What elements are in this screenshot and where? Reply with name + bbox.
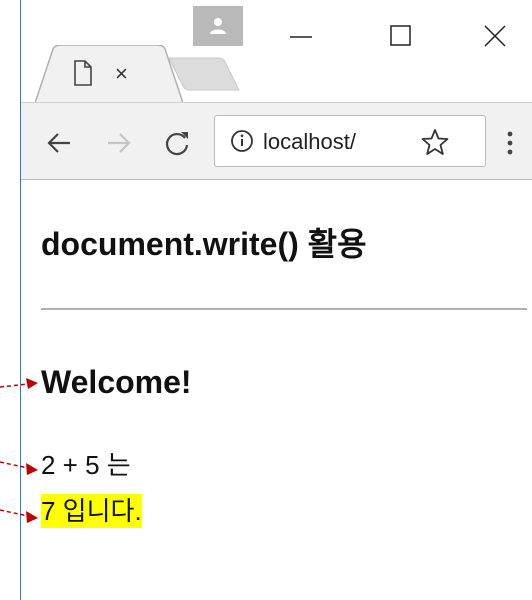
- star-icon[interactable]: [421, 128, 449, 156]
- annotation-arrow-expression: [0, 461, 38, 475]
- result-text: 7 입니다.: [41, 494, 142, 528]
- page-icon: [74, 60, 92, 86]
- person-icon: [210, 18, 226, 34]
- vertical-dots-icon: [507, 131, 513, 155]
- address-bar[interactable]: localhost/: [214, 115, 486, 167]
- profile-button[interactable]: [193, 6, 243, 46]
- annotation-arrow-result: [0, 509, 38, 523]
- reload-icon: [165, 132, 189, 156]
- maximize-icon: [390, 25, 411, 46]
- expression-text: 2 + 5 는: [41, 450, 131, 480]
- annotation-arrow-welcome: [0, 378, 38, 389]
- new-tab-button[interactable]: [165, 56, 245, 92]
- browser-toolbar: localhost/: [21, 102, 532, 180]
- tab-strip: ×: [21, 0, 532, 103]
- address-bar-url: localhost/: [263, 129, 356, 154]
- close-window-button[interactable]: [475, 14, 515, 54]
- tab-active[interactable]: [35, 45, 183, 103]
- minimize-icon: [290, 36, 312, 38]
- arrow-right-icon: [108, 133, 131, 153]
- forward-button[interactable]: [101, 125, 137, 161]
- page-content: document.write() 활용 Welcome! 2 + 5 는 7 입…: [21, 180, 532, 600]
- horizontal-rule: [41, 308, 527, 310]
- back-button[interactable]: [41, 125, 77, 161]
- reload-button[interactable]: [159, 125, 195, 161]
- info-icon[interactable]: [230, 129, 254, 153]
- welcome-heading: Welcome!: [41, 364, 192, 400]
- maximize-button[interactable]: [381, 14, 421, 54]
- browser-menu-button[interactable]: [497, 125, 523, 161]
- arrow-left-icon: [47, 133, 70, 153]
- minimize-button[interactable]: [281, 14, 321, 54]
- browser-window: × localhost/ document.write() 활용 Welcome…: [20, 0, 532, 600]
- page-title: document.write() 활용: [41, 226, 367, 262]
- tab-close-button[interactable]: ×: [115, 62, 128, 86]
- close-icon: [484, 25, 506, 47]
